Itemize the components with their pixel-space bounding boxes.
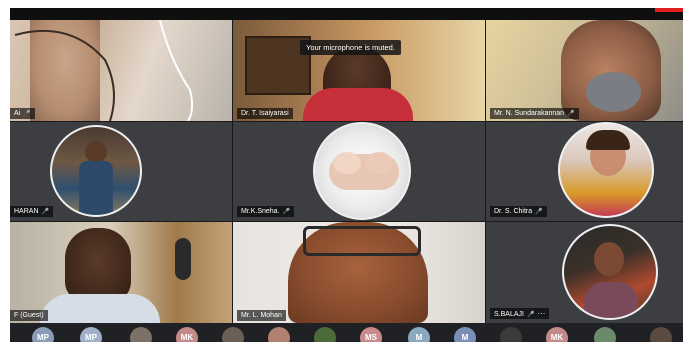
participant-clothing	[303, 88, 413, 121]
participant-name-label: S.BALAJI 🎤 ···	[490, 308, 550, 319]
participant-thumbnail[interactable]	[222, 327, 244, 342]
participant-thumbnail[interactable]	[650, 327, 672, 342]
participant-thumbnail-strip: MP MP MK MS M M MK	[10, 323, 683, 342]
video-tile-9[interactable]: S.BALAJI 🎤 ···	[486, 222, 683, 323]
participant-avatar	[313, 122, 411, 220]
participant-name-label: HARAN 🎤	[10, 206, 53, 217]
participant-thumbnail[interactable]: MS	[360, 327, 382, 342]
participant-name-label: F (Guest)	[10, 310, 48, 321]
participant-thumbnail[interactable]: MP	[32, 327, 54, 342]
mic-muted-icon: 🎤	[526, 312, 535, 318]
participant-thumbnail[interactable]	[500, 327, 522, 342]
video-tile-8[interactable]: Mr. L. Mohan	[233, 222, 485, 323]
mic-muted-icon: 🎤	[41, 209, 49, 215]
video-tile-6[interactable]: Dr. S. Chitra 🎤	[486, 122, 683, 221]
participant-clothing	[40, 294, 160, 323]
video-tile-1[interactable]: Ai 🎤	[10, 20, 232, 121]
participant-thumbnail[interactable]: MK	[176, 327, 198, 342]
participant-avatar	[50, 125, 142, 217]
participant-name-label: Mr.K.Sneha. 🎤	[237, 206, 295, 217]
participant-name-label: Dr. S. Chitra 🎤	[490, 206, 547, 217]
participant-name-label: Ai 🎤	[10, 108, 35, 119]
participant-thumbnail[interactable]: M	[408, 327, 430, 342]
top-bar	[10, 8, 683, 20]
headset-cable-icon	[14, 20, 194, 121]
participant-beard	[586, 72, 641, 112]
participant-avatar	[558, 122, 654, 218]
video-tile-3[interactable]: Mr. N. Sundarakannan 🎤	[486, 20, 683, 121]
participant-video	[65, 228, 131, 302]
mic-muted-toast: Your microphone is muted.	[300, 40, 401, 55]
video-tile-7[interactable]: F (Guest)	[10, 222, 232, 323]
participant-thumbnail[interactable]	[594, 327, 616, 342]
more-options-icon[interactable]: ···	[537, 309, 545, 318]
participant-thumbnail[interactable]: M	[454, 327, 476, 342]
participant-thumbnail[interactable]	[314, 327, 336, 342]
mic-muted-icon: 🎤	[282, 209, 291, 215]
meeting-window: Ai 🎤 Dr. T. Isaiyarasi Mr. N. Sundarakann…	[10, 8, 683, 342]
mic-muted-icon: 🎤	[567, 111, 575, 117]
recording-indicator	[655, 8, 683, 12]
participant-thumbnail[interactable]	[130, 327, 152, 342]
video-tile-4[interactable]: HARAN 🎤	[10, 122, 232, 221]
participant-thumbnail[interactable]: MP	[80, 327, 102, 342]
mic-muted-icon: 🎤	[23, 111, 31, 117]
video-tile-5[interactable]: Mr.K.Sneha. 🎤	[233, 122, 485, 221]
participant-name-label: Mr. L. Mohan	[237, 310, 286, 321]
participant-thumbnail[interactable]	[268, 327, 290, 342]
video-grid: Ai 🎤 Dr. T. Isaiyarasi Mr. N. Sundarakann…	[10, 20, 683, 323]
video-tile-2[interactable]: Dr. T. Isaiyarasi	[233, 20, 485, 121]
participant-name-label: Mr. N. Sundarakannan 🎤	[490, 108, 579, 119]
participant-thumbnail[interactable]: MK	[546, 327, 568, 342]
participant-glasses	[303, 226, 421, 256]
background-object	[175, 238, 191, 280]
participant-avatar	[562, 224, 658, 320]
participant-name-label: Dr. T. Isaiyarasi	[237, 108, 293, 119]
mic-muted-icon: 🎤	[535, 209, 543, 215]
